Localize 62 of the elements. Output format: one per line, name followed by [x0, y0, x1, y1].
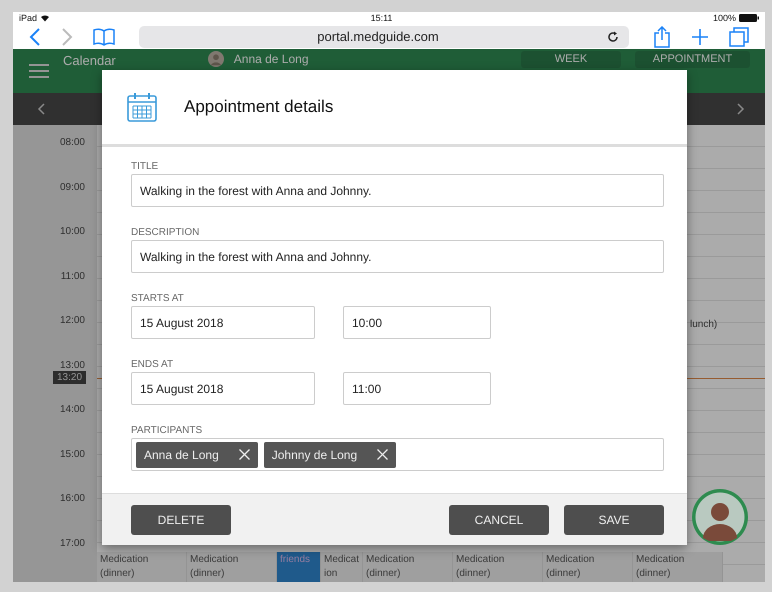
menu-icon[interactable]	[29, 63, 49, 79]
hour-label: 13:00	[60, 360, 85, 370]
remove-icon[interactable]	[377, 449, 388, 460]
bookmarks-icon[interactable]	[93, 28, 115, 46]
field-label: ENDS AT	[131, 359, 174, 370]
add-icon[interactable]	[691, 28, 709, 46]
clock: 15:11	[370, 13, 392, 24]
app-title: Calendar	[63, 53, 116, 68]
event-block[interactable]: Medication (dinner)	[453, 552, 543, 582]
reload-icon[interactable]	[607, 30, 619, 43]
hour-label: 11:00	[60, 270, 85, 282]
field-label: DESCRIPTION	[131, 227, 200, 238]
cancel-button[interactable]: CANCEL	[449, 504, 549, 534]
dialog-title: Appointment details	[184, 97, 334, 117]
hour-label: 08:00	[60, 137, 85, 148]
date-field[interactable]: 15 August 2018	[131, 306, 315, 339]
event-block[interactable]: Medication (dinner)	[97, 552, 187, 582]
save-button[interactable]: SAVE	[564, 504, 664, 534]
delete-button[interactable]: DELETE	[131, 504, 231, 534]
week-button[interactable]: WEEK	[521, 51, 621, 68]
event-block[interactable]: Medication (dinner)	[633, 552, 723, 582]
hour-label: 12:00	[60, 315, 85, 326]
wifi-icon	[40, 14, 50, 22]
field-label: STARTS AT	[131, 293, 185, 304]
avatar-button[interactable]	[691, 488, 749, 546]
calendar-icon	[126, 91, 158, 123]
hour-label: 14:00	[60, 404, 85, 415]
share-icon[interactable]	[653, 26, 671, 48]
tabs-icon[interactable]	[729, 26, 749, 47]
event-block[interactable]: Medication (dinner)	[363, 552, 453, 582]
participants-field[interactable]: Anna de Long Johnny de Long	[131, 438, 664, 471]
time-field[interactable]: 11:00	[343, 372, 491, 405]
battery-percent: 100%	[712, 13, 736, 24]
event-text: lunch)	[690, 319, 718, 330]
appointment-button[interactable]: APPOINTMENT	[635, 51, 750, 68]
current-time-badge: 13:20	[53, 371, 86, 384]
hour-label: 16:00	[60, 493, 85, 504]
hour-label: 15:00	[60, 448, 85, 460]
participant-chip[interactable]: Anna de Long	[136, 442, 258, 468]
back-icon[interactable]	[29, 28, 41, 46]
description-field[interactable]: Walking in the forest with Anna and Johnny.	[131, 240, 664, 273]
participant-chip[interactable]: Johnny de Long	[264, 442, 396, 468]
user-name: Anna de Long	[234, 52, 309, 66]
remove-icon[interactable]	[238, 449, 250, 460]
forward-icon[interactable]	[61, 28, 73, 46]
title-field[interactable]: Walking in the forest with Anna and Johnny.	[131, 174, 664, 207]
next-icon[interactable]	[737, 103, 745, 115]
avatar-icon	[208, 51, 224, 67]
address-bar[interactable]: portal.medguide.com	[139, 26, 629, 48]
event-block[interactable]: Medication (dinner)	[187, 552, 277, 582]
field-label: TITLE	[131, 161, 160, 172]
battery-icon	[739, 14, 759, 22]
previous-icon[interactable]	[37, 103, 45, 115]
hour-label: 09:00	[60, 182, 85, 192]
field-label: PARTICIPANTS	[131, 425, 204, 436]
date-field[interactable]: 15 August 2018	[131, 372, 315, 405]
hour-label: 17:00	[60, 538, 85, 548]
event-block[interactable]: Medication (dinner)	[543, 552, 633, 582]
hour-label: 10:00	[60, 226, 85, 237]
time-field[interactable]: 10:00	[343, 306, 491, 339]
device-name: iPad	[19, 13, 38, 24]
event-block[interactable]: Medicat ion	[321, 552, 363, 582]
